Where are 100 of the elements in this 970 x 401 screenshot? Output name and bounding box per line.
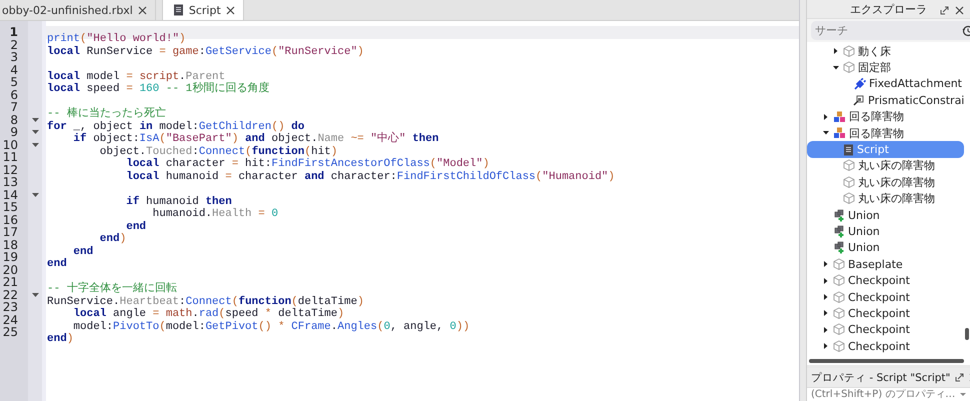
cube-icon <box>843 44 855 58</box>
line-number: 25 <box>2 326 19 338</box>
code-line: RunService.Heartbeat:Connect(function(deltaTime) <box>47 296 364 308</box>
cube-icon <box>833 290 845 304</box>
line-number: 23 <box>2 301 19 314</box>
code-line: local humanoid = character and character:FindFirstChildOfClass("Humanoid") <box>125 170 615 183</box>
line-number: 8 <box>9 114 19 126</box>
collapsed-arrow-icon[interactable] <box>824 343 828 350</box>
tree-item[interactable]: FixedAttachment <box>807 76 970 92</box>
code-line: end) <box>47 333 74 346</box>
line-number: 22 <box>2 288 19 301</box>
tree-item[interactable]: Union <box>807 240 970 256</box>
editor-tab[interactable]: Script <box>162 0 244 20</box>
line-number: 4 <box>9 64 19 76</box>
pop-out-icon[interactable] <box>940 6 949 15</box>
constraint-icon <box>853 94 865 106</box>
cube-icon <box>833 340 845 353</box>
union-icon <box>833 224 845 238</box>
tree-item[interactable]: Checkpoint <box>807 322 970 338</box>
tree-item[interactable]: 丸い床の障害物 <box>807 174 970 191</box>
editor-tab[interactable]: obby-02-unfinished.rbxl <box>0 0 156 20</box>
code-line: end) <box>98 233 126 246</box>
collapse-arrow-icon[interactable] <box>32 292 38 297</box>
tree-item[interactable]: 丸い床の障害物 <box>807 158 970 174</box>
tree-item[interactable]: Union <box>807 206 970 224</box>
line-number: 1 <box>8 26 19 38</box>
cube-icon <box>843 176 855 189</box>
union-icon <box>833 208 845 222</box>
code-line: -- 十字全体を一緒に回転 <box>47 283 177 296</box>
document-icon <box>172 4 184 16</box>
line-number: 20 <box>2 264 19 276</box>
collapsed-arrow-icon[interactable] <box>824 114 828 120</box>
collapsed-arrow-icon[interactable] <box>824 278 828 284</box>
line-number: 14 <box>2 188 19 201</box>
code-line: local angle = math.rad(speed * deltaTime) <box>72 308 344 320</box>
line-number: 19 <box>2 251 19 264</box>
tree-item[interactable]: Baseplate <box>807 256 970 272</box>
panel-title: プロパティ - Script "Script" <box>811 370 950 384</box>
collapsed-arrow-icon[interactable] <box>824 261 828 268</box>
collapsed-arrow-icon[interactable] <box>824 294 828 300</box>
collapsed-arrow-icon[interactable] <box>824 310 828 316</box>
line-number: 12 <box>2 164 19 176</box>
code-line: end <box>72 246 94 258</box>
line-number: 3 <box>9 51 19 64</box>
scrollbar-thumb[interactable] <box>965 328 969 340</box>
tree-item[interactable]: Union <box>807 223 970 240</box>
line-number: 17 <box>2 226 19 238</box>
line-number: 13 <box>2 176 19 188</box>
union-icon <box>833 241 845 254</box>
filter-field[interactable]: (Ctrl+Shift+P) のプロパティ… <box>807 387 970 401</box>
code-line: -- 棒に当たったら死亡 <box>47 108 166 120</box>
line-number: 7 <box>9 101 19 114</box>
collapsed-arrow-icon[interactable] <box>824 326 828 333</box>
scrollbar-thumb[interactable] <box>809 359 964 363</box>
code-line: local character = hit:FindFirstAncestorOfClass("Model") <box>125 158 490 170</box>
line-number: 16 <box>2 214 19 226</box>
line-number: 6 <box>9 88 19 101</box>
code-line: model:PivotTo(model:GetPivot() * CFrame.Angles(0, angle, 0)) <box>72 320 470 333</box>
line-number: 18 <box>2 238 19 251</box>
close-icon[interactable] <box>955 6 964 15</box>
close-icon[interactable] <box>138 6 147 14</box>
tree-item[interactable]: 回る障害物 <box>807 108 970 125</box>
collapse-arrow-icon[interactable] <box>32 130 38 134</box>
code-line: for _, object in model:GetChildren() do <box>47 120 304 132</box>
collapse-arrow-icon[interactable] <box>32 118 38 122</box>
code-line: print("Hello world!") <box>47 33 186 46</box>
cube-icon <box>833 274 845 288</box>
expanded-arrow-icon[interactable] <box>832 66 838 70</box>
search-field[interactable]: サーチ <box>811 21 970 40</box>
collapse-arrow-icon[interactable] <box>32 142 38 147</box>
line-number: 5 <box>9 76 19 88</box>
filter-input[interactable]: (Ctrl+Shift+P) のプロパティ… <box>811 388 960 400</box>
tree-item[interactable]: 動く床 <box>807 43 970 60</box>
collapse-arrow-icon[interactable] <box>32 192 38 197</box>
cube-icon <box>833 323 845 336</box>
document-icon <box>843 144 854 156</box>
code-line: end <box>125 220 146 233</box>
code-line: if humanoid then <box>125 196 232 208</box>
code-line: object.Touched:Connect(function(hit) <box>98 146 338 158</box>
tree-item[interactable]: 回る障害物 <box>807 124 970 142</box>
code-line: local RunService = game:GetService("RunService") <box>47 46 364 58</box>
tree-item[interactable]: 固定部 <box>807 59 970 76</box>
code-line: local model = script.Parent <box>47 70 226 82</box>
code-line: end <box>47 258 67 270</box>
tree-item[interactable]: Checkpoint <box>807 288 970 306</box>
tree-item[interactable]: 丸い床の障害物 <box>807 190 970 207</box>
tree-item[interactable]: PrismaticConstrai <box>807 92 970 109</box>
line-number: 15 <box>2 201 19 214</box>
tree-item[interactable]: Checkpoint <box>807 338 970 354</box>
tree-item[interactable]: Checkpoint <box>807 305 970 322</box>
cube-icon <box>833 258 845 271</box>
line-number: 21 <box>2 276 19 288</box>
line-number: 24 <box>2 314 19 326</box>
expanded-arrow-icon[interactable] <box>822 131 828 136</box>
close-icon[interactable] <box>226 6 235 14</box>
plug-icon <box>853 78 866 90</box>
pop-out-icon[interactable] <box>955 373 964 382</box>
collapsed-arrow-icon[interactable] <box>834 48 838 54</box>
tree-item[interactable]: Checkpoint <box>807 272 970 289</box>
blocks-icon <box>833 127 846 140</box>
